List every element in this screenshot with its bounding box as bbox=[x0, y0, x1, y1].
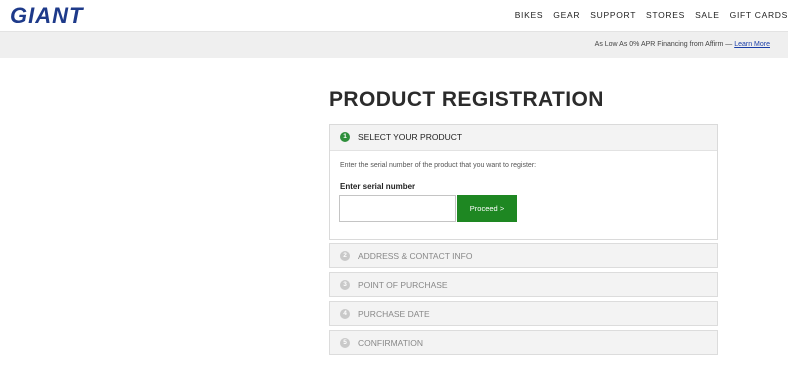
step-number-badge: 3 bbox=[340, 280, 350, 290]
step-number-badge: 1 bbox=[340, 132, 350, 142]
step-number-badge: 5 bbox=[340, 338, 350, 348]
step-number-badge: 4 bbox=[340, 309, 350, 319]
nav-item-sale[interactable]: SALE bbox=[695, 10, 720, 20]
step-panel-select-product: 1 SELECT YOUR PRODUCT Enter the serial n… bbox=[329, 124, 718, 240]
step-confirmation[interactable]: 5 CONFIRMATION bbox=[329, 330, 718, 355]
nav-item-gear[interactable]: GEAR bbox=[553, 10, 580, 20]
step-point-of-purchase[interactable]: 3 POINT OF PURCHASE bbox=[329, 272, 718, 297]
learn-more-link[interactable]: Learn More bbox=[734, 41, 770, 48]
page-title: PRODUCT REGISTRATION bbox=[329, 88, 604, 111]
nav-item-gift-cards[interactable]: GIFT CARDS bbox=[730, 10, 788, 20]
step-number-badge: 2 bbox=[340, 251, 350, 261]
step-title: SELECT YOUR PRODUCT bbox=[358, 132, 463, 142]
serial-number-input[interactable] bbox=[339, 195, 456, 222]
step-header-select-product[interactable]: 1 SELECT YOUR PRODUCT bbox=[330, 125, 717, 151]
nav-item-stores[interactable]: STORES bbox=[646, 10, 685, 20]
step-label: CONFIRMATION bbox=[358, 338, 424, 348]
main-nav: BIKES GEAR SUPPORT STORES SALE GIFT CARD… bbox=[508, 10, 788, 20]
step-purchase-date[interactable]: 4 PURCHASE DATE bbox=[329, 301, 718, 326]
promo-message: As Low As 0% APR Financing from Affirm — bbox=[594, 41, 735, 48]
promo-banner: As Low As 0% APR Financing from Affirm —… bbox=[0, 31, 788, 58]
step-address-contact[interactable]: 2 ADDRESS & CONTACT INFO bbox=[329, 243, 718, 268]
instruction-text: Enter the serial number of the product t… bbox=[340, 162, 537, 169]
step-label: PURCHASE DATE bbox=[358, 309, 430, 319]
promo-text: As Low As 0% APR Financing from Affirm —… bbox=[595, 41, 770, 48]
step-label: POINT OF PURCHASE bbox=[358, 280, 448, 290]
serial-number-label: Enter serial number bbox=[340, 182, 416, 191]
nav-item-support[interactable]: SUPPORT bbox=[590, 10, 636, 20]
site-header: GIANT BIKES GEAR SUPPORT STORES SALE GIF… bbox=[0, 0, 788, 31]
step-label: ADDRESS & CONTACT INFO bbox=[358, 251, 473, 261]
svg-text:GIANT: GIANT bbox=[10, 4, 84, 26]
proceed-button[interactable]: Proceed > bbox=[457, 195, 517, 222]
nav-item-bikes[interactable]: BIKES bbox=[515, 10, 544, 20]
giant-logo[interactable]: GIANT bbox=[10, 4, 130, 26]
